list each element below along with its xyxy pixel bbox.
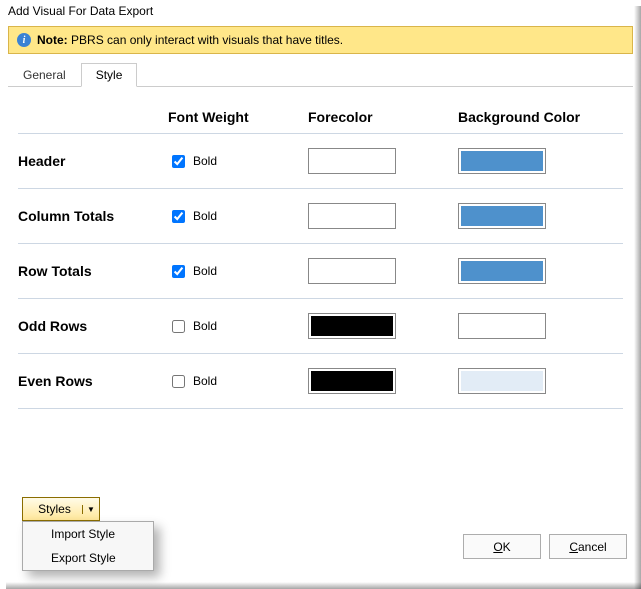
row-label: Row Totals (18, 263, 168, 279)
bgcolor-swatch[interactable] (458, 148, 546, 174)
bgcolor-swatch[interactable] (458, 368, 546, 394)
style-row: Column Totals Bold (18, 189, 623, 244)
ok-button[interactable]: OK (463, 534, 541, 559)
bold-checkbox[interactable] (172, 375, 185, 388)
bold-toggle[interactable]: Bold (168, 372, 308, 391)
forecolor-swatch[interactable] (308, 148, 396, 174)
col-font-weight: Font Weight (168, 109, 308, 125)
bold-toggle[interactable]: Bold (168, 152, 308, 171)
bold-label: Bold (193, 154, 217, 168)
bgcolor-swatch[interactable] (458, 313, 546, 339)
bold-checkbox[interactable] (172, 210, 185, 223)
forecolor-swatch[interactable] (308, 203, 396, 229)
row-label: Even Rows (18, 373, 168, 389)
bold-checkbox[interactable] (172, 320, 185, 333)
row-label: Odd Rows (18, 318, 168, 334)
cancel-button[interactable]: Cancel (549, 534, 627, 559)
forecolor-swatch[interactable] (308, 368, 396, 394)
menu-export-style[interactable]: Export Style (23, 546, 153, 570)
bold-toggle[interactable]: Bold (168, 317, 308, 336)
dialog-title: Add Visual For Data Export (0, 0, 641, 22)
bold-toggle[interactable]: Bold (168, 207, 308, 226)
bold-label: Bold (193, 374, 217, 388)
bold-checkbox[interactable] (172, 155, 185, 168)
row-label: Header (18, 153, 168, 169)
style-panel: Font Weight Forecolor Background Color H… (0, 87, 641, 423)
col-forecolor: Forecolor (308, 109, 458, 125)
styles-dropdown-menu: Import Style Export Style (22, 521, 154, 571)
style-row: Odd Rows Bold (18, 299, 623, 354)
bold-label: Bold (193, 319, 217, 333)
styles-dropdown-button[interactable]: Styles ▼ (22, 497, 100, 521)
forecolor-swatch[interactable] (308, 313, 396, 339)
bold-label: Bold (193, 209, 217, 223)
bold-checkbox[interactable] (172, 265, 185, 278)
bold-label: Bold (193, 264, 217, 278)
note-bar: i Note: PBRS can only interact with visu… (8, 26, 633, 54)
tab-style[interactable]: Style (81, 63, 138, 87)
style-row: Even Rows Bold (18, 354, 623, 409)
menu-import-style[interactable]: Import Style (23, 522, 153, 546)
chevron-down-icon: ▼ (82, 505, 99, 514)
row-label: Column Totals (18, 208, 168, 224)
bgcolor-swatch[interactable] (458, 258, 546, 284)
bgcolor-swatch[interactable] (458, 203, 546, 229)
forecolor-swatch[interactable] (308, 258, 396, 284)
note-text: Note: PBRS can only interact with visual… (37, 33, 343, 47)
bold-toggle[interactable]: Bold (168, 262, 308, 281)
info-icon: i (17, 33, 31, 47)
style-row: Header Bold (18, 134, 623, 189)
col-bgcolor: Background Color (458, 109, 608, 125)
style-row: Row Totals Bold (18, 244, 623, 299)
tab-general[interactable]: General (8, 63, 81, 87)
